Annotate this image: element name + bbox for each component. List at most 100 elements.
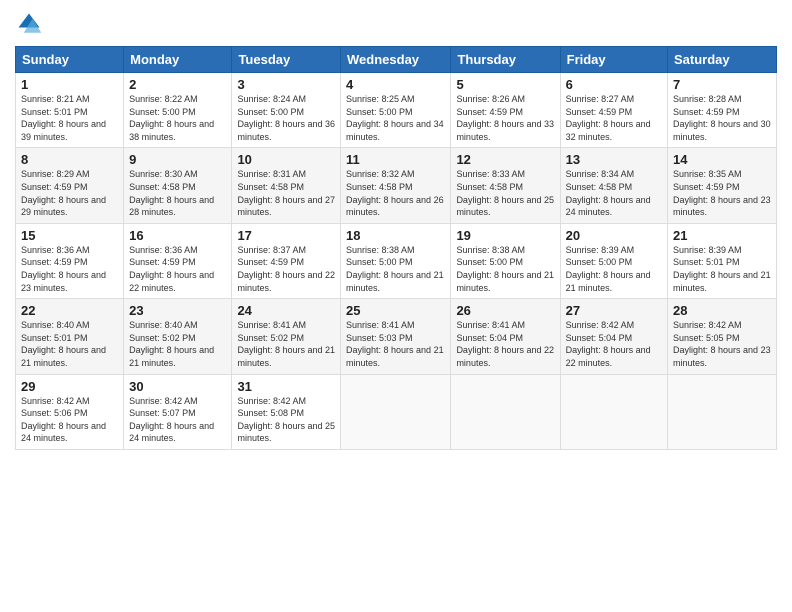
day-info: Sunrise: 8:37 AMSunset: 4:59 PMDaylight:… — [237, 244, 335, 294]
day-info: Sunrise: 8:28 AMSunset: 4:59 PMDaylight:… — [673, 93, 771, 143]
day-number: 5 — [456, 77, 554, 92]
calendar-cell: 30Sunrise: 8:42 AMSunset: 5:07 PMDayligh… — [124, 374, 232, 449]
calendar-cell: 5Sunrise: 8:26 AMSunset: 4:59 PMDaylight… — [451, 73, 560, 148]
calendar-cell: 14Sunrise: 8:35 AMSunset: 4:59 PMDayligh… — [668, 148, 777, 223]
calendar-cell: 4Sunrise: 8:25 AMSunset: 5:00 PMDaylight… — [341, 73, 451, 148]
day-info: Sunrise: 8:42 AMSunset: 5:08 PMDaylight:… — [237, 395, 335, 445]
day-info: Sunrise: 8:40 AMSunset: 5:02 PMDaylight:… — [129, 319, 226, 369]
calendar-cell: 20Sunrise: 8:39 AMSunset: 5:00 PMDayligh… — [560, 223, 667, 298]
day-number: 31 — [237, 379, 335, 394]
calendar: SundayMondayTuesdayWednesdayThursdayFrid… — [15, 46, 777, 450]
calendar-week-row: 15Sunrise: 8:36 AMSunset: 4:59 PMDayligh… — [16, 223, 777, 298]
day-number: 21 — [673, 228, 771, 243]
day-number: 17 — [237, 228, 335, 243]
day-number: 24 — [237, 303, 335, 318]
weekday-header: Saturday — [668, 47, 777, 73]
day-number: 18 — [346, 228, 445, 243]
calendar-week-row: 22Sunrise: 8:40 AMSunset: 5:01 PMDayligh… — [16, 299, 777, 374]
day-number: 4 — [346, 77, 445, 92]
day-info: Sunrise: 8:25 AMSunset: 5:00 PMDaylight:… — [346, 93, 445, 143]
day-number: 29 — [21, 379, 118, 394]
calendar-cell — [341, 374, 451, 449]
day-info: Sunrise: 8:27 AMSunset: 4:59 PMDaylight:… — [566, 93, 662, 143]
calendar-cell: 15Sunrise: 8:36 AMSunset: 4:59 PMDayligh… — [16, 223, 124, 298]
day-number: 12 — [456, 152, 554, 167]
calendar-cell: 22Sunrise: 8:40 AMSunset: 5:01 PMDayligh… — [16, 299, 124, 374]
day-number: 19 — [456, 228, 554, 243]
day-number: 22 — [21, 303, 118, 318]
day-number: 8 — [21, 152, 118, 167]
day-info: Sunrise: 8:36 AMSunset: 4:59 PMDaylight:… — [21, 244, 118, 294]
calendar-cell: 13Sunrise: 8:34 AMSunset: 4:58 PMDayligh… — [560, 148, 667, 223]
calendar-cell: 1Sunrise: 8:21 AMSunset: 5:01 PMDaylight… — [16, 73, 124, 148]
calendar-cell: 6Sunrise: 8:27 AMSunset: 4:59 PMDaylight… — [560, 73, 667, 148]
day-info: Sunrise: 8:42 AMSunset: 5:04 PMDaylight:… — [566, 319, 662, 369]
day-number: 7 — [673, 77, 771, 92]
weekday-header: Thursday — [451, 47, 560, 73]
calendar-cell: 23Sunrise: 8:40 AMSunset: 5:02 PMDayligh… — [124, 299, 232, 374]
calendar-header-row: SundayMondayTuesdayWednesdayThursdayFrid… — [16, 47, 777, 73]
day-info: Sunrise: 8:32 AMSunset: 4:58 PMDaylight:… — [346, 168, 445, 218]
calendar-cell: 2Sunrise: 8:22 AMSunset: 5:00 PMDaylight… — [124, 73, 232, 148]
calendar-week-row: 1Sunrise: 8:21 AMSunset: 5:01 PMDaylight… — [16, 73, 777, 148]
day-number: 1 — [21, 77, 118, 92]
calendar-cell: 27Sunrise: 8:42 AMSunset: 5:04 PMDayligh… — [560, 299, 667, 374]
day-number: 3 — [237, 77, 335, 92]
calendar-cell — [668, 374, 777, 449]
day-info: Sunrise: 8:36 AMSunset: 4:59 PMDaylight:… — [129, 244, 226, 294]
calendar-cell: 16Sunrise: 8:36 AMSunset: 4:59 PMDayligh… — [124, 223, 232, 298]
day-number: 15 — [21, 228, 118, 243]
day-info: Sunrise: 8:40 AMSunset: 5:01 PMDaylight:… — [21, 319, 118, 369]
day-info: Sunrise: 8:34 AMSunset: 4:58 PMDaylight:… — [566, 168, 662, 218]
day-number: 10 — [237, 152, 335, 167]
day-info: Sunrise: 8:22 AMSunset: 5:00 PMDaylight:… — [129, 93, 226, 143]
calendar-cell: 10Sunrise: 8:31 AMSunset: 4:58 PMDayligh… — [232, 148, 341, 223]
day-number: 6 — [566, 77, 662, 92]
calendar-cell: 26Sunrise: 8:41 AMSunset: 5:04 PMDayligh… — [451, 299, 560, 374]
day-number: 13 — [566, 152, 662, 167]
day-number: 26 — [456, 303, 554, 318]
day-number: 11 — [346, 152, 445, 167]
calendar-cell: 3Sunrise: 8:24 AMSunset: 5:00 PMDaylight… — [232, 73, 341, 148]
weekday-header: Friday — [560, 47, 667, 73]
day-number: 23 — [129, 303, 226, 318]
day-info: Sunrise: 8:42 AMSunset: 5:06 PMDaylight:… — [21, 395, 118, 445]
calendar-cell: 21Sunrise: 8:39 AMSunset: 5:01 PMDayligh… — [668, 223, 777, 298]
day-info: Sunrise: 8:41 AMSunset: 5:03 PMDaylight:… — [346, 319, 445, 369]
calendar-week-row: 8Sunrise: 8:29 AMSunset: 4:59 PMDaylight… — [16, 148, 777, 223]
day-info: Sunrise: 8:24 AMSunset: 5:00 PMDaylight:… — [237, 93, 335, 143]
day-info: Sunrise: 8:39 AMSunset: 5:01 PMDaylight:… — [673, 244, 771, 294]
day-info: Sunrise: 8:30 AMSunset: 4:58 PMDaylight:… — [129, 168, 226, 218]
calendar-cell: 7Sunrise: 8:28 AMSunset: 4:59 PMDaylight… — [668, 73, 777, 148]
day-info: Sunrise: 8:26 AMSunset: 4:59 PMDaylight:… — [456, 93, 554, 143]
weekday-header: Tuesday — [232, 47, 341, 73]
calendar-cell: 28Sunrise: 8:42 AMSunset: 5:05 PMDayligh… — [668, 299, 777, 374]
calendar-cell — [560, 374, 667, 449]
weekday-header: Sunday — [16, 47, 124, 73]
calendar-cell: 9Sunrise: 8:30 AMSunset: 4:58 PMDaylight… — [124, 148, 232, 223]
day-info: Sunrise: 8:31 AMSunset: 4:58 PMDaylight:… — [237, 168, 335, 218]
calendar-cell: 31Sunrise: 8:42 AMSunset: 5:08 PMDayligh… — [232, 374, 341, 449]
weekday-header: Monday — [124, 47, 232, 73]
calendar-cell — [451, 374, 560, 449]
day-info: Sunrise: 8:38 AMSunset: 5:00 PMDaylight:… — [346, 244, 445, 294]
day-info: Sunrise: 8:33 AMSunset: 4:58 PMDaylight:… — [456, 168, 554, 218]
day-info: Sunrise: 8:39 AMSunset: 5:00 PMDaylight:… — [566, 244, 662, 294]
weekday-header: Wednesday — [341, 47, 451, 73]
calendar-cell: 18Sunrise: 8:38 AMSunset: 5:00 PMDayligh… — [341, 223, 451, 298]
calendar-week-row: 29Sunrise: 8:42 AMSunset: 5:06 PMDayligh… — [16, 374, 777, 449]
day-info: Sunrise: 8:38 AMSunset: 5:00 PMDaylight:… — [456, 244, 554, 294]
day-number: 27 — [566, 303, 662, 318]
day-info: Sunrise: 8:35 AMSunset: 4:59 PMDaylight:… — [673, 168, 771, 218]
day-number: 25 — [346, 303, 445, 318]
day-number: 16 — [129, 228, 226, 243]
page: SundayMondayTuesdayWednesdayThursdayFrid… — [0, 0, 792, 612]
header — [15, 10, 777, 38]
day-info: Sunrise: 8:21 AMSunset: 5:01 PMDaylight:… — [21, 93, 118, 143]
day-number: 20 — [566, 228, 662, 243]
day-info: Sunrise: 8:41 AMSunset: 5:02 PMDaylight:… — [237, 319, 335, 369]
calendar-cell: 24Sunrise: 8:41 AMSunset: 5:02 PMDayligh… — [232, 299, 341, 374]
day-number: 2 — [129, 77, 226, 92]
calendar-cell: 11Sunrise: 8:32 AMSunset: 4:58 PMDayligh… — [341, 148, 451, 223]
calendar-cell: 12Sunrise: 8:33 AMSunset: 4:58 PMDayligh… — [451, 148, 560, 223]
